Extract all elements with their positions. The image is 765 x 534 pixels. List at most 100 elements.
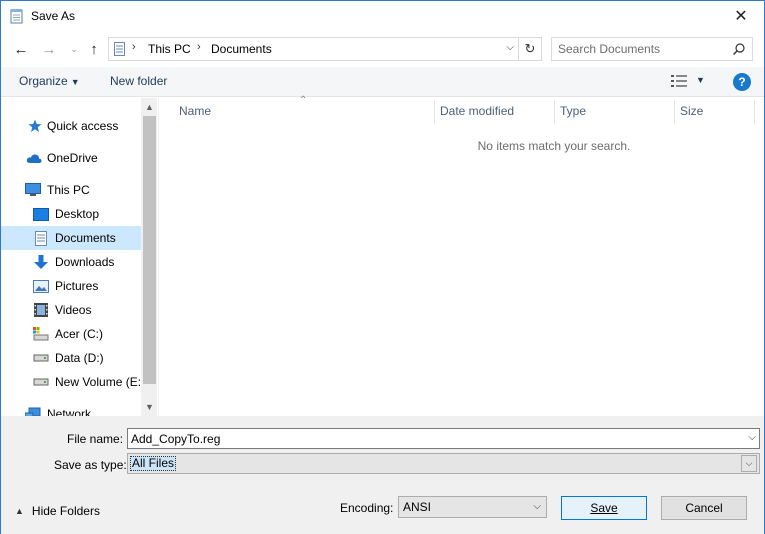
column-divider[interactable] xyxy=(754,100,755,124)
organize-button[interactable]: Organize ▼ xyxy=(19,74,80,88)
caret-down-icon[interactable]: ▼ xyxy=(696,75,705,85)
sidebar-item-label: OneDrive xyxy=(47,151,98,165)
scrollbar-thumb[interactable] xyxy=(143,116,156,384)
back-button[interactable]: ← xyxy=(11,39,31,59)
title-bar: Save As ✕ xyxy=(1,1,764,31)
refresh-button[interactable]: ↻ xyxy=(518,37,542,61)
scroll-down-icon[interactable]: ▼ xyxy=(141,398,157,415)
column-divider[interactable] xyxy=(674,100,675,124)
network-icon xyxy=(25,406,41,416)
sidebar-item-quick-access[interactable]: Quick access xyxy=(1,114,141,138)
caret-down-icon: ▼ xyxy=(70,77,80,87)
chevron-down-icon[interactable]: ⌵ xyxy=(748,432,756,443)
sidebar-item-label: This PC xyxy=(47,183,90,197)
empty-state-message: No items match your search. xyxy=(477,139,631,153)
column-header-size[interactable]: Size xyxy=(680,104,703,118)
sidebar-item-drive-e[interactable]: New Volume (E:) xyxy=(1,370,145,394)
sidebar-scrollbar[interactable]: ▲ ▼ xyxy=(141,98,157,416)
sidebar-item-documents[interactable]: Documents xyxy=(1,226,141,250)
close-button[interactable]: ✕ xyxy=(718,1,764,31)
sidebar-item-desktop[interactable]: Desktop xyxy=(1,202,141,226)
drive-icon xyxy=(33,350,49,366)
save-button-label: Save xyxy=(590,501,618,515)
sidebar-item-onedrive[interactable]: OneDrive xyxy=(1,146,141,170)
arrow-right-icon: → xyxy=(41,40,57,58)
sidebar-item-downloads[interactable]: Downloads xyxy=(1,250,141,274)
navigation-bar: ← → ⌄ ↑ › This PC › Documents ⌵ ↻ xyxy=(1,35,764,63)
star-icon xyxy=(27,118,43,134)
sidebar-item-this-pc[interactable]: This PC xyxy=(1,178,141,202)
sidebar-item-drive-c[interactable]: Acer (C:) xyxy=(1,322,141,346)
organize-label: Organize xyxy=(19,74,68,88)
sidebar-item-label: New Volume (E:) xyxy=(55,375,146,389)
save-as-type-label: Save as type: xyxy=(54,458,127,472)
arrow-up-icon: ↑ xyxy=(90,40,98,58)
drive-icon xyxy=(33,326,49,342)
pictures-icon xyxy=(33,278,49,294)
view-options-icon[interactable] xyxy=(671,75,687,87)
search-box[interactable] xyxy=(551,37,753,61)
breadcrumb-separator-icon[interactable]: › xyxy=(132,41,136,53)
chevron-down-icon[interactable]: ⌵ xyxy=(506,42,514,53)
new-folder-button[interactable]: New folder xyxy=(110,74,167,88)
videos-icon xyxy=(33,302,49,318)
file-list[interactable]: ⌃ Name Date modified Type Size No items … xyxy=(158,95,764,416)
sidebar-item-label: Acer (C:) xyxy=(55,327,103,341)
sidebar-item-label: Downloads xyxy=(55,255,115,269)
sidebar-item-drive-d[interactable]: Data (D:) xyxy=(1,346,141,370)
save-as-dialog: Save As ✕ ← → ⌄ ↑ › This PC › Documents … xyxy=(0,0,765,534)
save-button[interactable]: Save xyxy=(561,496,647,520)
chevron-down-icon[interactable]: ⌵ xyxy=(533,501,541,512)
scroll-up-icon[interactable]: ▲ xyxy=(141,98,157,115)
forward-button[interactable]: → xyxy=(39,39,59,59)
sort-ascending-icon: ⌃ xyxy=(299,95,308,106)
search-icon xyxy=(733,43,745,55)
column-header-date-modified[interactable]: Date modified xyxy=(440,104,514,118)
hide-folders-button[interactable]: ▲ Hide Folders xyxy=(15,504,100,518)
column-header-name[interactable]: Name xyxy=(179,104,211,118)
arrow-left-icon: ← xyxy=(13,40,29,58)
sidebar-item-label: Desktop xyxy=(55,207,100,221)
sidebar-item-label: Data (D:) xyxy=(55,351,104,365)
breadcrumb-separator-icon[interactable]: › xyxy=(197,41,201,53)
desktop-icon xyxy=(33,206,49,222)
save-options-panel: File name: ⌵ Save as type: All Files ⌵ ▲… xyxy=(1,416,764,534)
sidebar-item-label: Pictures xyxy=(55,279,99,293)
cloud-icon xyxy=(26,150,42,166)
address-bar[interactable]: › This PC › Documents ⌵ xyxy=(108,37,519,61)
search-input[interactable] xyxy=(558,41,728,57)
breadcrumb-documents[interactable]: Documents xyxy=(211,42,272,56)
sidebar-item-pictures[interactable]: Pictures xyxy=(1,274,141,298)
column-divider[interactable] xyxy=(434,100,435,124)
caret-up-icon: ▲ xyxy=(15,506,24,516)
file-name-label: File name: xyxy=(67,432,124,446)
document-icon xyxy=(114,42,125,56)
sidebar-item-label: Network xyxy=(47,407,92,416)
refresh-icon: ↻ xyxy=(524,41,536,56)
encoding-value: ANSI xyxy=(403,500,432,514)
hide-folders-label: Hide Folders xyxy=(31,504,100,518)
breadcrumb-this-pc[interactable]: This PC xyxy=(148,42,191,56)
file-name-field[interactable]: ⌵ xyxy=(127,428,760,449)
sidebar-item-videos[interactable]: Videos xyxy=(1,298,141,322)
computer-icon xyxy=(25,182,41,198)
encoding-select[interactable]: ANSI ⌵ xyxy=(398,496,547,518)
sidebar-item-label: Quick access xyxy=(47,119,119,133)
chevron-down-icon: ⌄ xyxy=(70,43,78,54)
notepad-icon xyxy=(10,9,23,24)
cancel-button-label: Cancel xyxy=(685,501,723,515)
column-header-type[interactable]: Type xyxy=(560,104,586,118)
up-button[interactable]: ↑ xyxy=(84,39,104,59)
chevron-down-icon[interactable]: ⌵ xyxy=(741,455,757,472)
help-icon[interactable]: ? xyxy=(733,73,751,91)
recent-locations-button[interactable]: ⌄ xyxy=(64,39,84,59)
column-divider[interactable] xyxy=(554,100,555,124)
drive-icon xyxy=(33,374,49,390)
save-as-type-select[interactable]: All Files ⌵ xyxy=(127,453,760,474)
sidebar-item-network[interactable]: Network xyxy=(1,402,141,416)
navigation-pane[interactable]: Quick access OneDrive This PC Desktop Do… xyxy=(1,98,157,416)
encoding-label: Encoding: xyxy=(340,501,394,515)
file-name-input[interactable] xyxy=(131,431,721,446)
cancel-button[interactable]: Cancel xyxy=(661,496,747,520)
sidebar-item-label: Videos xyxy=(55,303,92,317)
